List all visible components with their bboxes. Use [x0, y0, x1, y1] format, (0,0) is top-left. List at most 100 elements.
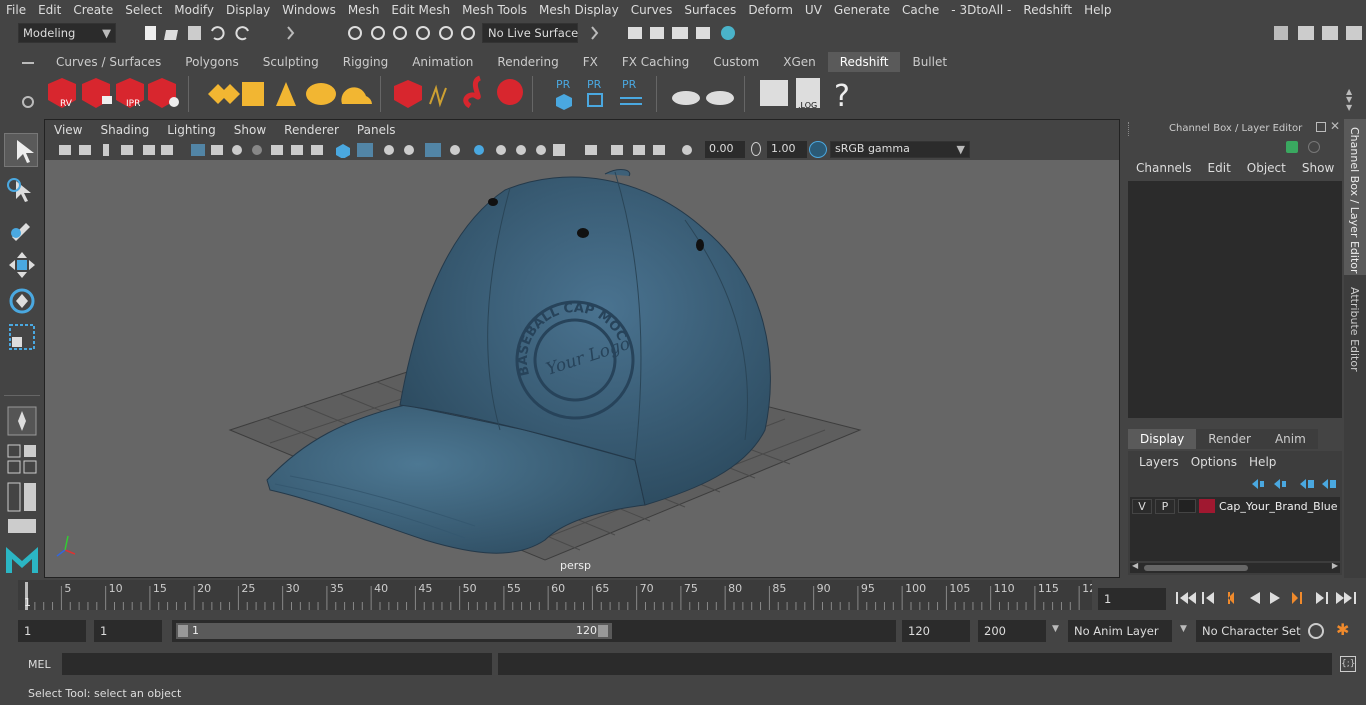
- shelf-tab-redshift[interactable]: Redshift: [827, 52, 901, 72]
- viewport-toolbar-icons[interactable]: [55, 142, 695, 158]
- menu-surfaces[interactable]: Surfaces: [678, 3, 742, 17]
- help-menu[interactable]: Help: [1243, 455, 1282, 469]
- end-time-field[interactable]: 200: [978, 620, 1046, 642]
- layout-outliner-icon[interactable]: [6, 481, 38, 513]
- layer-scrollbar[interactable]: ◀ ▶: [1130, 561, 1340, 573]
- start-time-field[interactable]: 1: [18, 620, 86, 642]
- menu-display[interactable]: Display: [220, 3, 276, 17]
- shelf-tab-custom[interactable]: Custom: [701, 52, 771, 72]
- menu-3dtoall[interactable]: - 3DtoAll -: [945, 3, 1017, 17]
- shelf-tab-rigging[interactable]: Rigging: [331, 52, 400, 72]
- viewport-menu-shading[interactable]: Shading: [91, 123, 158, 137]
- layout-toggle-icon[interactable]: [6, 517, 38, 537]
- layer-playback-toggle[interactable]: P: [1155, 498, 1175, 514]
- select-tool-button[interactable]: [4, 133, 38, 167]
- layer-color-swatch[interactable]: [1199, 499, 1215, 513]
- menu-create[interactable]: Create: [67, 3, 119, 17]
- options-menu[interactable]: Options: [1185, 455, 1243, 469]
- viewport-menu-renderer[interactable]: Renderer: [275, 123, 348, 137]
- last-tool-icon[interactable]: [6, 405, 38, 437]
- shelf-tab-curves-surfaces[interactable]: Curves / Surfaces: [44, 52, 173, 72]
- menu-generate[interactable]: Generate: [828, 3, 896, 17]
- time-slider[interactable]: 5 10 15 20 25 30 35 40 45 50 55 60 65 70 75 80 85 90 95 100…: [18, 580, 1092, 610]
- menu-edit[interactable]: Edit: [32, 3, 67, 17]
- shelf-tab-xgen[interactable]: XGen: [771, 52, 828, 72]
- gear-icon[interactable]: [22, 96, 34, 108]
- menu-edit-mesh[interactable]: Edit Mesh: [385, 3, 456, 17]
- menu-uv[interactable]: UV: [799, 3, 828, 17]
- color-space-dropdown[interactable]: sRGB gamma ▼: [830, 141, 970, 158]
- anim-prefs-icon[interactable]: ✱: [1336, 620, 1349, 639]
- layer-tab-anim[interactable]: Anim: [1262, 429, 1318, 449]
- speed-icon[interactable]: [1308, 141, 1320, 153]
- scroll-left-icon[interactable]: ◀: [1132, 561, 1138, 570]
- manipulator-icon[interactable]: [1286, 141, 1298, 153]
- scroll-right-icon[interactable]: ▶: [1332, 561, 1338, 570]
- layout-single-icon[interactable]: [6, 443, 38, 475]
- channels-menu[interactable]: Channels: [1122, 161, 1200, 175]
- range-handle-end[interactable]: [598, 625, 608, 637]
- shelf-tab-polygons[interactable]: Polygons: [173, 52, 250, 72]
- viewport-menu-lighting[interactable]: Lighting: [158, 123, 225, 137]
- menu-help[interactable]: Help: [1078, 3, 1117, 17]
- paint-select-tool-icon[interactable]: [6, 211, 38, 243]
- chevron-down-icon[interactable]: ▼: [1052, 624, 1059, 634]
- script-editor-icon[interactable]: {;}: [1340, 656, 1356, 672]
- menu-mesh[interactable]: Mesh: [342, 3, 386, 17]
- move-tool-icon[interactable]: [6, 249, 38, 281]
- object-menu[interactable]: Object: [1239, 161, 1294, 175]
- range-slider-bar[interactable]: [176, 623, 612, 639]
- render-icons[interactable]: [588, 23, 748, 43]
- rotate-tool-icon[interactable]: [6, 285, 38, 317]
- gamma-icon[interactable]: [751, 142, 761, 156]
- menu-mesh-tools[interactable]: Mesh Tools: [456, 3, 533, 17]
- layers-menu[interactable]: Layers: [1128, 455, 1185, 469]
- edit-menu[interactable]: Edit: [1200, 161, 1239, 175]
- range-slider[interactable]: 1 120: [172, 620, 896, 642]
- exposure-field[interactable]: 0.00: [705, 141, 745, 158]
- current-frame-field[interactable]: 1: [1098, 588, 1166, 610]
- menu-mesh-display[interactable]: Mesh Display: [533, 3, 625, 17]
- viewport-menu-view[interactable]: View: [45, 123, 91, 137]
- layer-scrollbar-thumb[interactable]: [1144, 565, 1248, 571]
- anim-layer-dropdown[interactable]: No Anim Layer: [1068, 620, 1172, 642]
- menu-cache[interactable]: Cache: [896, 3, 945, 17]
- channel-list[interactable]: [1128, 181, 1342, 418]
- layer-tab-display[interactable]: Display: [1128, 429, 1197, 449]
- menu-curves[interactable]: Curves: [625, 3, 679, 17]
- attribute-editor-side-tab[interactable]: Attribute Editor: [1344, 279, 1366, 379]
- layer-row[interactable]: V P Cap_Your_Brand_Blue: [1130, 497, 1340, 515]
- range-handle-start[interactable]: [178, 625, 188, 637]
- layer-tab-render[interactable]: Render: [1196, 429, 1263, 449]
- command-language-label[interactable]: MEL: [28, 658, 51, 671]
- menu-select[interactable]: Select: [119, 3, 168, 17]
- show-menu[interactable]: Show: [1294, 161, 1342, 175]
- chevron-down-icon[interactable]: ▼: [1180, 624, 1187, 634]
- live-surface-field[interactable]: No Live Surface: [482, 23, 578, 43]
- layer-type-toggle[interactable]: [1178, 499, 1196, 513]
- layer-visibility-toggle[interactable]: V: [1132, 498, 1152, 514]
- viewport-menu-panels[interactable]: Panels: [348, 123, 405, 137]
- command-input[interactable]: [62, 653, 492, 675]
- shelf-tab-bullet[interactable]: Bullet: [900, 52, 959, 72]
- menu-deform[interactable]: Deform: [742, 3, 799, 17]
- menu-redshift[interactable]: Redshift: [1017, 3, 1078, 17]
- viewport-menu-show[interactable]: Show: [225, 123, 275, 137]
- channel-box-side-tab[interactable]: Channel Box / Layer Editor: [1344, 119, 1366, 275]
- viewport-canvas[interactable]: BASEBALL CAP MOCKUP Your Logo persp: [45, 160, 1119, 577]
- playback-end-field[interactable]: 120: [902, 620, 970, 642]
- workspace-mode-dropdown[interactable]: Modeling ▼: [18, 23, 116, 43]
- workspace-icons[interactable]: [1270, 23, 1366, 43]
- gamma-field[interactable]: 1.00: [767, 141, 807, 158]
- auto-key-icon[interactable]: [1308, 623, 1324, 639]
- menu-icon[interactable]: [22, 62, 34, 64]
- layer-name[interactable]: Cap_Your_Brand_Blue: [1219, 500, 1338, 513]
- shelf-tab-rendering[interactable]: Rendering: [485, 52, 570, 72]
- shelf-tab-fx[interactable]: FX: [571, 52, 610, 72]
- playback-controls[interactable]: [1172, 588, 1360, 608]
- shelf-tab-animation[interactable]: Animation: [400, 52, 485, 72]
- character-set-dropdown[interactable]: No Character Set: [1196, 620, 1301, 642]
- float-icon[interactable]: [1316, 122, 1326, 132]
- color-management-icon[interactable]: [809, 141, 827, 158]
- layer-buttons[interactable]: [1248, 477, 1338, 491]
